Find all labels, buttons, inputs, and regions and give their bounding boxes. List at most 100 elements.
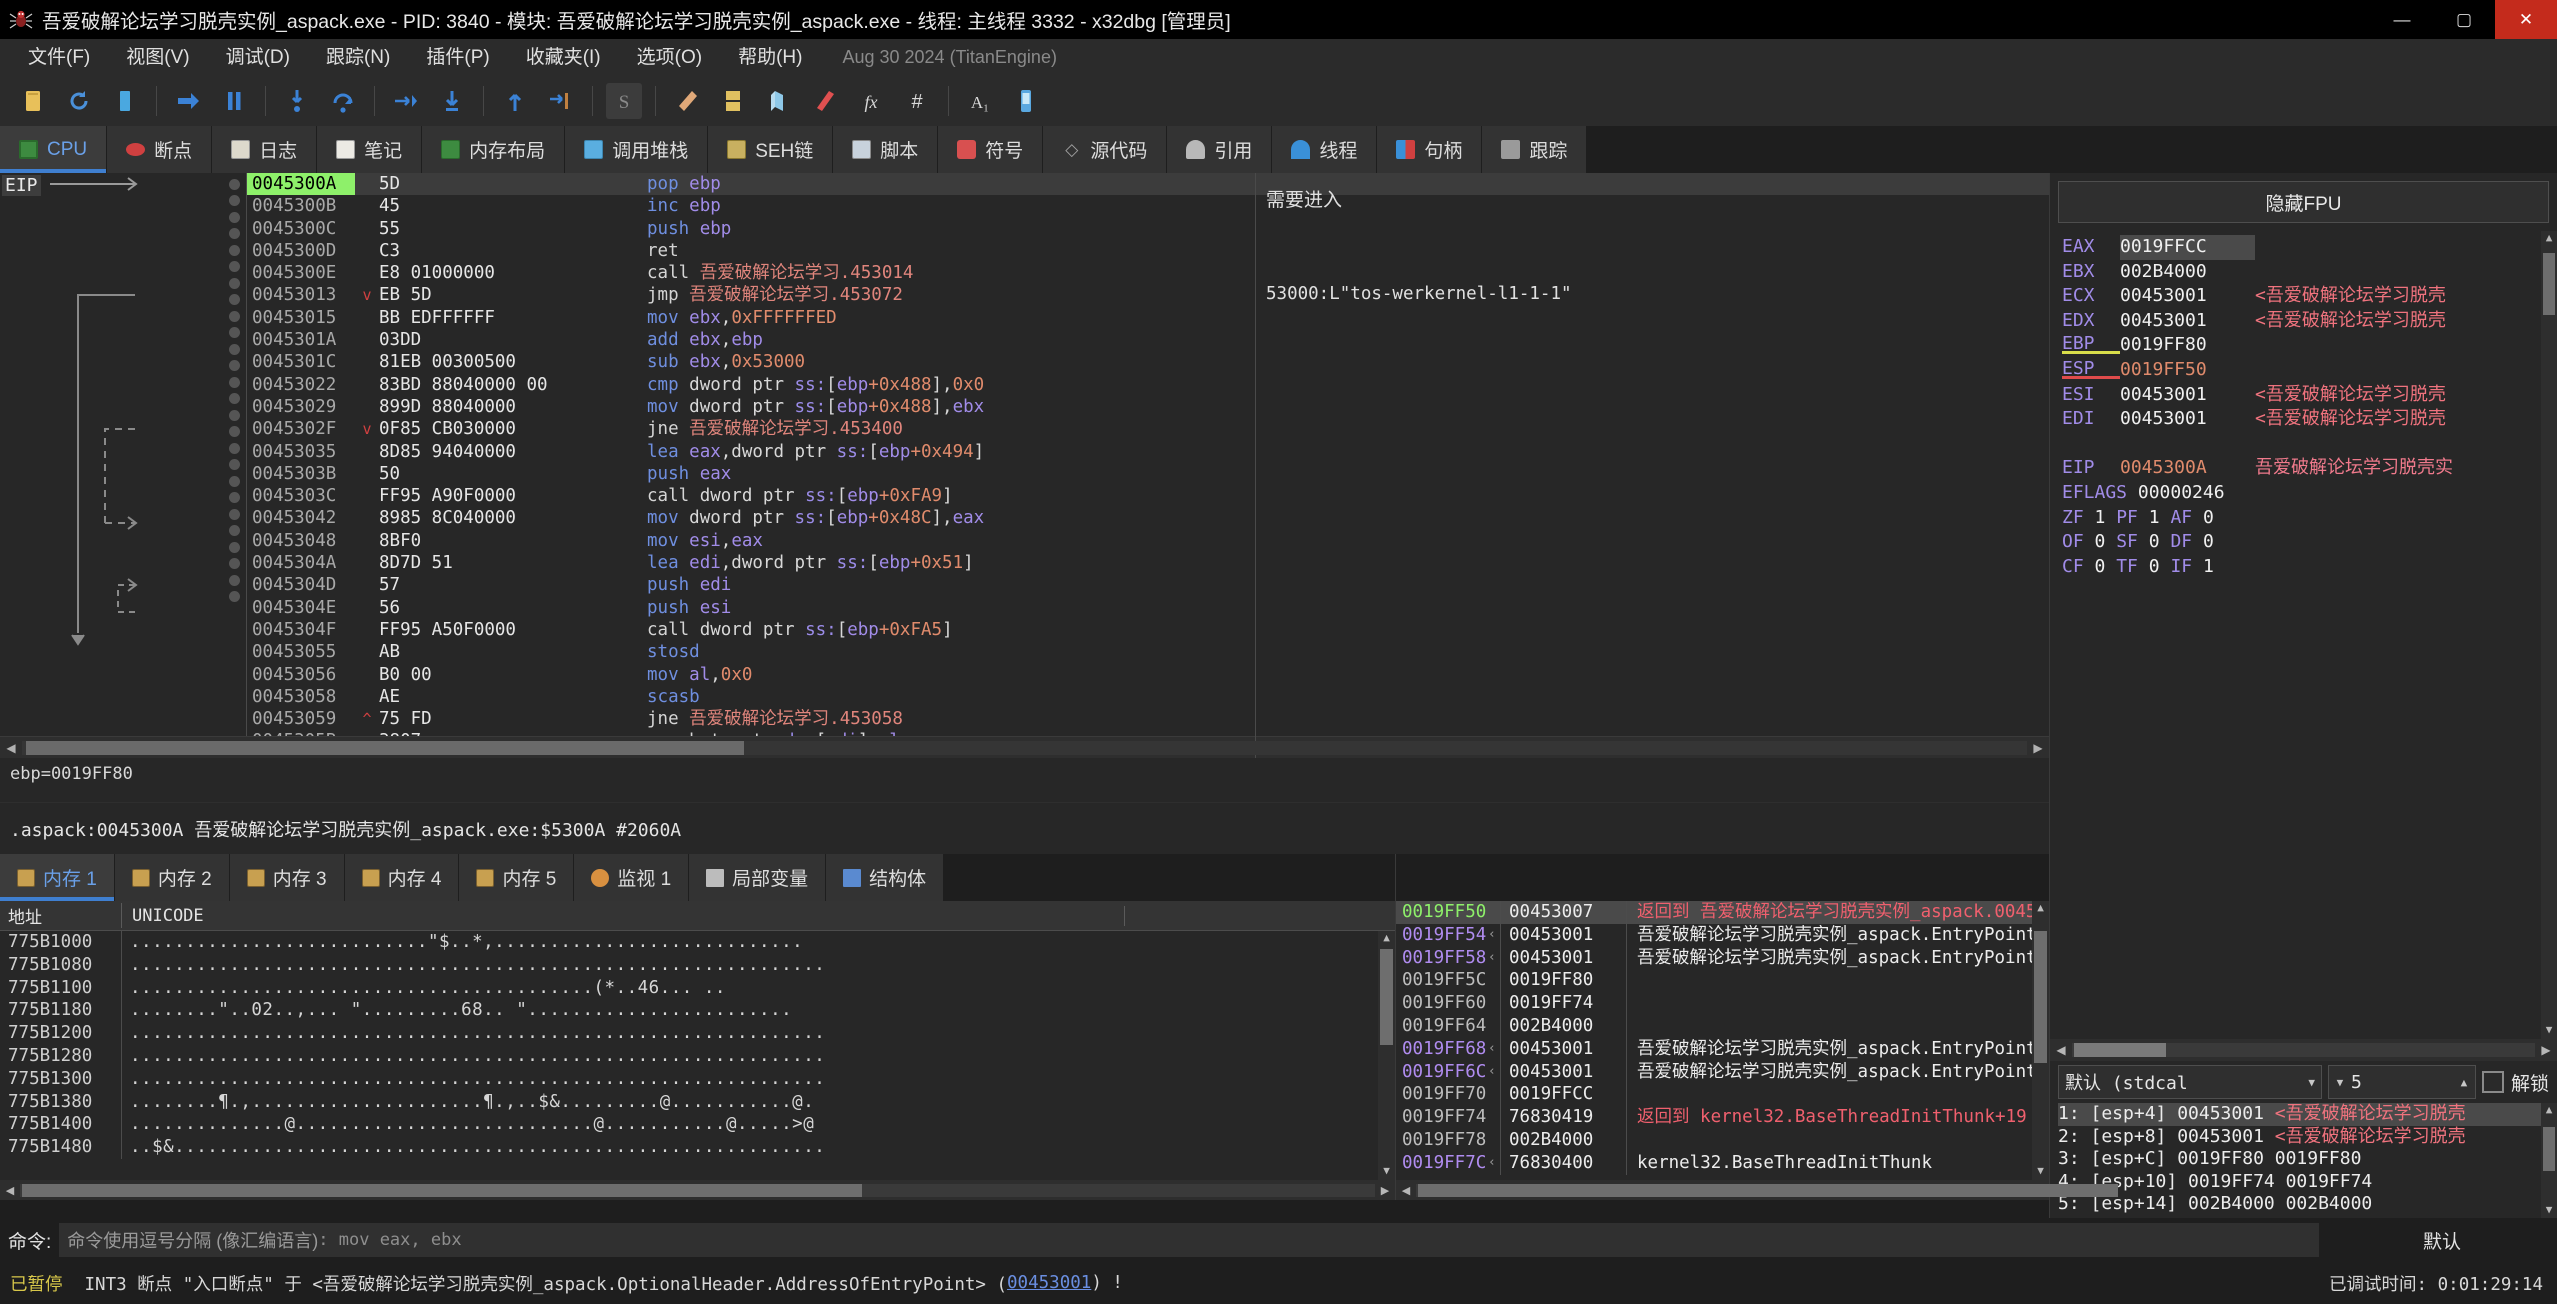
scroll-thumb[interactable] [2543,1127,2555,1171]
scroll-left-arrow[interactable]: ◀ [0,741,22,755]
scroll-thumb[interactable] [1418,1183,2118,1197]
menu-item-trace[interactable]: 跟踪(N) [308,39,408,76]
flag-value[interactable]: 1 [2138,507,2160,528]
scroll-thumb[interactable] [2074,1043,2166,1057]
register-value[interactable]: 00453001 [2120,284,2255,309]
breakpoint-dot-icon[interactable] [228,228,240,239]
chevron-up-icon[interactable]: ▲ [2453,1076,2475,1089]
breakpoint-dot-icon[interactable] [228,294,240,305]
tab-call-stack[interactable]: 调用堆栈 [565,126,709,173]
close-button[interactable]: ✕ [2495,0,2557,39]
register-row[interactable]: EDX 00453001 <吾爱破解论坛学习脱壳 [2062,309,2541,334]
flag-value[interactable]: 1 [2084,507,2106,528]
register-row[interactable]: EIP 0045300A 吾爱破解论坛学习脱壳实 [2062,456,2541,481]
breakpoint-dot-icon[interactable] [228,409,240,421]
flag-row[interactable]: CF 0 TF 0 IF 1 [2062,555,2541,580]
stack-hscrollbar[interactable]: ◀ ▶ [1396,1180,2118,1200]
scroll-track[interactable] [2072,1043,2535,1057]
flag-value[interactable]: 0 [2084,531,2106,552]
memory-dump-row[interactable]: 775B1100................................… [0,976,1378,1000]
argument-row[interactable]: 5: [esp+14] 002B4000 002B4000 [2058,1193,2541,1216]
stack-row[interactable]: 0019FF68 ‹ 00453001 吾爱破解论坛学习脱壳实例_aspack.Ent… [1396,1037,2032,1061]
breakpoint-dot-icon[interactable] [228,360,240,371]
breakpoints-icon[interactable] [807,83,843,119]
scroll-track[interactable] [1416,1183,2118,1197]
calling-convention-select[interactable]: 默认 (stdcal ▼ [2058,1065,2322,1099]
breakpoint-dot-icon[interactable] [228,442,240,454]
close-program-icon[interactable] [107,83,143,119]
register-value[interactable]: 002B4000 [2120,260,2255,285]
run-icon[interactable] [170,83,206,119]
breakpoint-dot-icon[interactable] [228,277,240,289]
scroll-up-arrow[interactable]: ▲ [1378,931,1395,947]
register-value[interactable]: 00453001 [2120,383,2255,408]
argument-rows[interactable]: 1: [esp+4] 00453001 <吾爱破解论坛学习脱壳 2: [esp+8… [2050,1103,2541,1218]
argument-row[interactable]: 4: [esp+10] 0019FF74 0019FF74 [2058,1171,2541,1194]
scroll-thumb[interactable] [2543,253,2555,315]
scroll-track[interactable] [22,740,2027,755]
memory-dump-row[interactable]: 775B1380 ........¶.,.....................… [0,1090,1378,1114]
eflags-row[interactable]: EFLAGS 00000246 [2062,481,2541,506]
argument-count-stepper[interactable]: ▼ 5 ▲ [2327,1065,2476,1099]
scroll-right-arrow[interactable]: ▶ [2535,1043,2557,1057]
stack-row[interactable]: 0019FF70 0019FFCC [1396,1083,2032,1107]
register-row[interactable]: ECX 00453001 <吾爱破解论坛学习脱壳 [2062,284,2541,309]
hide-fpu-button[interactable]: 隐藏FPU [2058,181,2549,223]
breakpoint-dot-icon[interactable] [228,195,240,206]
stack-row[interactable]: 0019FF7C ‹ 76830400 kernel32.BaseThreadInit… [1396,1151,2032,1175]
scroll-right-arrow[interactable]: ▶ [1375,1184,1395,1197]
breakpoint-dot-icon[interactable] [228,475,240,487]
flag-row[interactable]: OF 0 SF 0 DF 0 [2062,530,2541,555]
scroll-down-arrow[interactable]: ▼ [2032,1164,2049,1180]
unlock-checkbox[interactable] [2481,1071,2504,1093]
memory-dump-row[interactable]: 775B1080................................… [0,953,1378,977]
patch-icon[interactable] [669,83,705,119]
argument-row[interactable]: 2: [esp+8] 00453001 <吾爱破解论坛学习脱壳 [2058,1126,2541,1149]
calculator-icon[interactable]: fx [853,83,889,119]
scroll-left-arrow[interactable]: ◀ [1396,1184,1416,1197]
dump-tab-2[interactable]: 内存 3 [229,854,345,901]
memory-dump-row[interactable]: 775B1480 ..$&............................… [0,1136,1378,1159]
memory-dump-hscrollbar[interactable]: ◀ ▶ [0,1180,1395,1200]
tab-symbols[interactable]: 符号 [938,126,1044,173]
menu-item-debug[interactable]: 调试(D) [208,39,308,76]
register-value[interactable] [2120,432,2255,457]
memory-dump-scrollbar[interactable]: ▲ ▼ [1378,931,1395,1180]
register-row[interactable]: ESI 00453001 <吾爱破解论坛学习脱壳 [2062,383,2541,408]
memory-dump-row[interactable]: 775B1400 ..............@.................… [0,1113,1378,1137]
column-header-unicode[interactable]: UNICODE [122,905,1125,926]
tab-references[interactable]: 引用 [1167,126,1273,173]
memory-dump-body[interactable]: 775B1000 ..........................."$..*… [0,931,1395,1180]
breakpoint-dot-icon[interactable] [228,310,240,322]
scroll-down-arrow[interactable]: ▼ [2541,1203,2557,1218]
tab-source-code[interactable]: ◇ 源代码 [1043,126,1168,173]
font-icon[interactable]: A₁ [962,83,998,119]
dump-tab-3[interactable]: 内存 4 [344,854,460,901]
arguments-scrollbar[interactable]: ▲ ▼ [2541,1103,2557,1218]
scroll-up-arrow[interactable]: ▲ [2541,1103,2557,1118]
stack-rows[interactable]: 0019FF50 00453007 返回到 吾爱破解论坛学习脱壳实例_aspack.… [1396,901,2032,1180]
step-over-icon[interactable] [325,83,361,119]
register-value[interactable]: 0019FFCC [2120,235,2255,260]
registers-scrollbar[interactable]: ▲ ▼ [2541,231,2557,1039]
stack-row[interactable]: 0019FF54 ‹ 00453001 吾爱破解论坛学习脱壳实例_aspack.Ent… [1396,923,2032,947]
chevron-down-icon[interactable]: ▼ [2329,1076,2351,1089]
stack-scrollbar[interactable]: ▲ ▼ [2032,901,2049,1180]
menu-item-view[interactable]: 视图(V) [108,39,207,76]
stack-row[interactable]: 0019FF5C 0019FF80 [1396,969,2032,993]
tab-notes[interactable]: 笔记 [317,126,423,173]
command-input[interactable]: 命令使用逗号分隔 (像汇编语言) : mov eax, ebx [59,1223,2319,1257]
dump-tab-7[interactable]: 结构体 [826,854,945,901]
minimize-button[interactable]: — [2371,0,2433,39]
register-row[interactable]: EBP 0019FF80 [2062,333,2541,358]
scroll-down-arrow[interactable]: ▼ [1378,1164,1395,1180]
register-rows[interactable]: EAX 0019FFCC EBX 002B4000 ECX 00453001 <吾爱破解论坛… [2050,231,2541,1039]
scroll-up-arrow[interactable]: ▲ [2032,901,2049,917]
breakpoint-dot-icon[interactable] [228,426,240,437]
pause-icon[interactable] [216,83,252,119]
breakpoint-dot-icon[interactable] [228,393,240,404]
scroll-left-arrow[interactable]: ◀ [0,1184,20,1197]
column-header-address[interactable]: 地址 [0,903,122,928]
breakpoint-dot-icon[interactable] [228,327,240,338]
tab-script[interactable]: 脚本 [833,126,939,173]
